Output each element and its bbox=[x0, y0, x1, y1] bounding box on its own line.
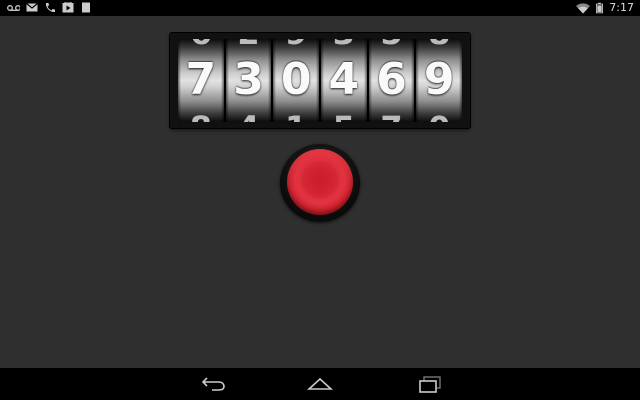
counter-drum-4: 3 4 5 bbox=[321, 39, 367, 122]
back-icon[interactable] bbox=[200, 374, 228, 394]
home-icon[interactable] bbox=[306, 374, 334, 394]
battery-icon bbox=[596, 2, 604, 14]
count-button[interactable] bbox=[287, 149, 353, 215]
tally-counter: 6 7 8 2 3 4 9 0 1 3 4 5 5 6 7 bbox=[170, 33, 470, 128]
counter-digit: 4 bbox=[328, 54, 360, 105]
play-store-icon bbox=[62, 2, 74, 13]
main-area: 6 7 8 2 3 4 9 0 1 3 4 5 5 6 7 bbox=[0, 16, 640, 368]
counter-digit: 3 bbox=[233, 54, 264, 105]
recents-icon[interactable] bbox=[416, 374, 444, 394]
clock: 7:17 bbox=[609, 1, 634, 14]
status-bar: 7:17 bbox=[0, 0, 640, 16]
count-button-housing bbox=[280, 144, 360, 222]
counter-digit: 9 bbox=[423, 54, 455, 105]
counter-drum-6: 8 9 0 bbox=[416, 39, 463, 122]
counter-digit: 6 bbox=[376, 54, 407, 105]
count-button-center bbox=[303, 163, 337, 197]
navigation-bar bbox=[0, 368, 640, 400]
wifi-icon bbox=[576, 2, 591, 13]
counter-drum-5: 5 6 7 bbox=[368, 39, 415, 122]
sd-card-icon bbox=[82, 2, 90, 13]
counter-display: 6 7 8 2 3 4 9 0 1 3 4 5 5 6 7 bbox=[178, 39, 463, 122]
counter-drum-2: 2 3 4 bbox=[225, 39, 272, 122]
counter-digit: 0 bbox=[280, 54, 312, 105]
counter-drum-1: 6 7 8 bbox=[178, 39, 224, 122]
counter-digit: 7 bbox=[185, 54, 217, 105]
counter-drum-3: 9 0 1 bbox=[273, 39, 320, 122]
voicemail-icon bbox=[7, 5, 20, 11]
gmail-icon bbox=[26, 3, 38, 12]
phone-icon bbox=[45, 3, 55, 13]
